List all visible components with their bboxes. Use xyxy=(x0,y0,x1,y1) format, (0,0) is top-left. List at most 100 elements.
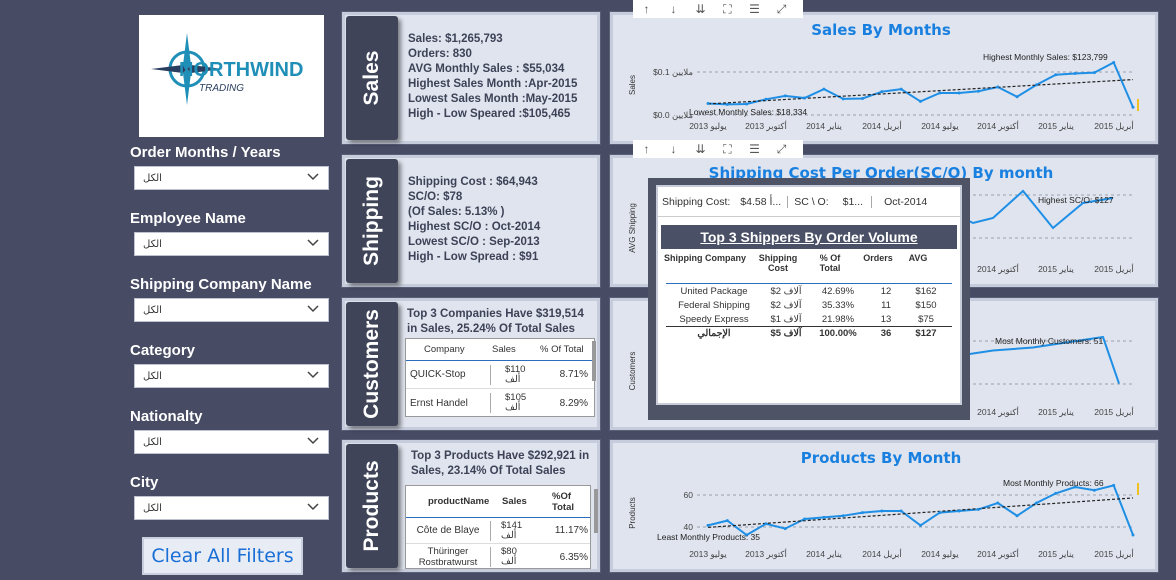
chart-annotation-high: Most Monthly Customers: 51 xyxy=(995,336,1103,346)
data-point[interactable] xyxy=(938,91,942,95)
data-point[interactable] xyxy=(725,102,729,106)
data-point[interactable] xyxy=(706,102,710,106)
data-point[interactable] xyxy=(1054,73,1058,77)
scrollbar[interactable] xyxy=(592,341,596,381)
products-tab[interactable]: Products xyxy=(346,444,398,568)
filter-dropdown[interactable]: الكل xyxy=(134,496,329,520)
chart-annotation-high: Most Monthly Products: 66 xyxy=(1003,478,1104,488)
data-point[interactable] xyxy=(1034,501,1038,505)
data-point[interactable] xyxy=(957,509,961,513)
data-point[interactable] xyxy=(706,523,710,527)
filter-dropdown[interactable]: الكل xyxy=(134,364,329,388)
customers-tab[interactable]: Customers xyxy=(346,302,398,426)
table-row[interactable]: Thüringer Rostbratwurst $80 ألف 6.35% xyxy=(406,544,590,570)
data-point[interactable] xyxy=(764,97,768,101)
y-tick-label: 40 xyxy=(684,522,694,532)
table-row[interactable]: Ernst Handel $105 ألف 8.29% xyxy=(406,389,594,417)
products-line-chart[interactable]: Products 60 40 يوليو 2013 أكتوبر 2013 يناير 2… xyxy=(613,443,1155,569)
data-point[interactable] xyxy=(841,514,845,518)
kpi-line: Highest SC/O : Oct-2014 xyxy=(408,221,541,233)
col-pct[interactable]: % Of Total xyxy=(540,344,590,355)
col-pct[interactable]: %Of Total xyxy=(538,491,588,513)
col-sales[interactable]: Sales xyxy=(492,344,540,355)
data-point[interactable] xyxy=(783,94,787,98)
col-sales[interactable]: Sales xyxy=(492,496,538,507)
expand-icon[interactable]: ⤢ xyxy=(768,142,795,157)
data-point[interactable] xyxy=(938,511,942,515)
data-point[interactable] xyxy=(957,91,961,95)
data-point[interactable] xyxy=(996,501,1000,505)
hierarchy-icon[interactable]: ⛶ xyxy=(714,142,741,157)
x-tick-label: يناير 2014 xyxy=(806,121,842,132)
table-row[interactable]: Côte de Blaye $141 ألف 11.17% xyxy=(406,518,590,544)
shipping-cost-label: Shipping Cost: xyxy=(662,195,731,208)
y-axis-label: Products xyxy=(628,497,637,529)
data-point[interactable] xyxy=(822,87,826,91)
kpi-line: Highest Sales Month :Apr-2015 xyxy=(408,78,578,90)
data-point[interactable] xyxy=(803,96,807,100)
data-point[interactable] xyxy=(861,96,865,100)
col-product[interactable]: productName xyxy=(406,496,492,507)
data-point[interactable] xyxy=(861,511,865,515)
arrow-down-icon[interactable]: ↓ xyxy=(660,142,687,156)
data-point[interactable] xyxy=(783,527,787,531)
data-point[interactable] xyxy=(725,519,729,523)
arrow-up-icon[interactable]: ↑ xyxy=(633,2,660,16)
col-company[interactable]: Company xyxy=(406,344,492,355)
customers-tab-label: Customers xyxy=(360,309,383,419)
data-point[interactable] xyxy=(1092,71,1096,75)
data-point[interactable] xyxy=(880,509,884,513)
arrow-up-icon[interactable]: ↑ xyxy=(633,142,660,156)
sales-tab[interactable]: Sales xyxy=(346,16,398,140)
pct-cell: 8.71% xyxy=(559,369,588,380)
data-point[interactable] xyxy=(822,515,826,519)
table-row[interactable]: QUICK-Stop $110 ألف 8.71% xyxy=(406,361,594,389)
products-heading: Top 3 Products Have $292,921 in Sales, 2… xyxy=(411,450,590,477)
data-point[interactable] xyxy=(1034,83,1038,87)
expand-icon[interactable]: ⤢ xyxy=(768,2,795,17)
filter-dropdown[interactable]: الكل xyxy=(134,232,329,256)
data-point[interactable] xyxy=(841,97,845,101)
data-point[interactable] xyxy=(919,99,922,103)
data-point[interactable] xyxy=(919,523,922,527)
shipping-kpi-list: Shipping Cost : $64,943 SC/O: $78 (Of Sale… xyxy=(408,175,540,265)
filter-icon[interactable]: ☰ xyxy=(741,2,768,16)
data-point[interactable] xyxy=(976,507,980,511)
data-point[interactable] xyxy=(996,85,1000,89)
data-point[interactable] xyxy=(1015,514,1019,518)
x-tick-label: يناير 2015 xyxy=(1038,407,1074,418)
sales-line-chart[interactable]: Sales $0.1 ملايين $0.0 ملايينيوليو 2013 أكت… xyxy=(613,15,1155,141)
data-point[interactable] xyxy=(1112,483,1116,487)
filter-label: Shipping Company Name xyxy=(130,276,312,293)
marker xyxy=(1137,483,1139,495)
data-point[interactable] xyxy=(899,509,903,513)
scrollbar[interactable] xyxy=(594,489,598,533)
double-arrow-down-icon[interactable]: ⇊ xyxy=(687,142,714,156)
filter-dropdown[interactable]: الكل xyxy=(134,166,329,190)
data-point[interactable] xyxy=(1054,491,1058,495)
data-point[interactable] xyxy=(1092,488,1096,492)
double-arrow-down-icon[interactable]: ⇊ xyxy=(687,2,714,16)
sales-cell: $105 ألف xyxy=(490,393,536,413)
filter-icon[interactable]: ☰ xyxy=(741,142,768,156)
filter-dropdown[interactable]: الكل xyxy=(134,298,329,322)
data-point[interactable] xyxy=(880,90,884,94)
series-line[interactable] xyxy=(707,484,1134,537)
cell-avg: $162 xyxy=(915,285,937,297)
chevron-down-icon xyxy=(306,170,320,184)
shipping-tab[interactable]: Shipping xyxy=(346,159,398,283)
data-point[interactable] xyxy=(745,102,749,106)
data-point[interactable] xyxy=(764,522,768,526)
filter-dropdown[interactable]: الكل xyxy=(134,430,329,454)
data-point[interactable] xyxy=(899,87,903,91)
hierarchy-icon[interactable]: ⛶ xyxy=(714,2,741,17)
arrow-down-icon[interactable]: ↓ xyxy=(660,2,687,16)
data-point[interactable] xyxy=(1015,95,1019,99)
clear-all-filters-button[interactable]: Clear All Filters xyxy=(142,537,303,575)
data-point[interactable] xyxy=(1131,105,1135,109)
data-point[interactable] xyxy=(1131,533,1135,537)
data-point[interactable] xyxy=(976,89,980,93)
data-point[interactable] xyxy=(1073,71,1077,75)
data-point[interactable] xyxy=(803,517,807,521)
data-point[interactable] xyxy=(1112,61,1116,65)
